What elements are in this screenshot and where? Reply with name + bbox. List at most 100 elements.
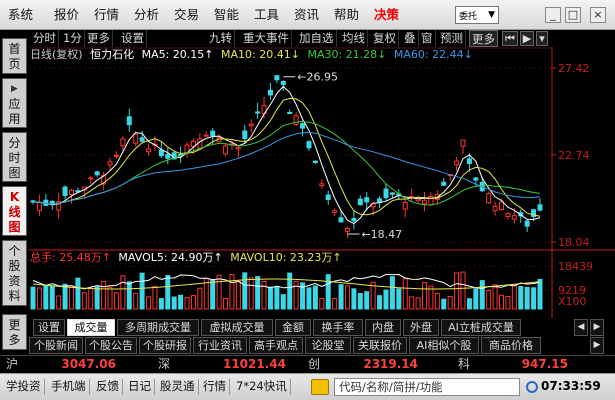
menu-quote[interactable]: 报价 (54, 7, 79, 23)
tab-outer[interactable]: 外盘 (403, 319, 439, 336)
nav-apps[interactable]: ▶ 应用 (2, 78, 27, 128)
candle-body (36, 202, 42, 211)
tab-stock-research[interactable]: 个股研报 (139, 337, 191, 354)
ma30-label: MA30: 21.28↓ (307, 48, 387, 61)
volume-bar (319, 297, 325, 310)
status-mobile[interactable]: 手机端 (51, 379, 90, 395)
nav-apps-label: 应用 (8, 97, 21, 126)
candle-body (146, 148, 152, 153)
menu-decision[interactable]: 决策 (374, 7, 399, 23)
scroll-right-icon[interactable]: ▶ (590, 319, 604, 336)
volume-bar (332, 297, 338, 310)
status-diary[interactable]: 日记 (128, 379, 155, 395)
toolbar-forecast[interactable]: 预测 (438, 30, 466, 47)
tab-stock-news[interactable]: 个股新闻 (29, 337, 83, 354)
volume-bar (261, 280, 267, 310)
entrust-dropdown[interactable]: 委托 ▼ (455, 6, 499, 24)
toolbar-settings[interactable]: 设置 (119, 30, 147, 47)
tab-forum[interactable]: 论股堂 (305, 337, 351, 354)
index-sh-value[interactable]: 3047.06 (36, 356, 116, 372)
index-cy-value[interactable]: 2319.14 (338, 356, 418, 372)
candle-body (287, 111, 293, 114)
chat-icon[interactable] (311, 379, 329, 395)
maximize-button[interactable]: □ (565, 7, 581, 23)
toolbar-adjust[interactable]: 复权 (371, 30, 399, 47)
menu-news[interactable]: 资讯 (294, 7, 319, 23)
menu-tools[interactable]: 工具 (254, 7, 279, 23)
tab-commodity-prices[interactable]: 商品价格 (481, 337, 541, 354)
toolbar-timeshare[interactable]: 分时 (31, 30, 59, 47)
clock-time: 07:33:59 (541, 379, 601, 393)
mavol5-label: MAVOL5: 24.90万↑ (118, 251, 223, 264)
tab-inner[interactable]: 内盘 (365, 319, 401, 336)
scroll-right-icon[interactable]: ▶ (590, 337, 604, 354)
tab-industry-news[interactable]: 行业资讯 (193, 337, 247, 354)
volume-bar (49, 285, 55, 310)
toolbar-more[interactable]: 更多 (469, 30, 498, 47)
nav-kline[interactable]: K线图 (2, 186, 27, 236)
index-kc-value[interactable]: 947.15 (488, 356, 568, 372)
nav-home[interactable]: 首页 (2, 38, 27, 74)
menu-trade[interactable]: 交易 (174, 7, 199, 23)
scroll-left-icon[interactable]: ◀ (574, 319, 588, 336)
volume-bar (524, 286, 530, 310)
toolbar-add-watchlist[interactable]: 加自选 (297, 30, 337, 47)
search-input[interactable]: 代码/名称/简拼/功能 (334, 378, 520, 396)
kline-chart[interactable]: 27.4222.7418.04184399219X100←26.95←18.47 (29, 47, 615, 318)
tab-related-quotes[interactable]: 关联报价 (353, 337, 407, 354)
tab-stock-announcements[interactable]: 个股公告 (85, 337, 137, 354)
toolbar-1min[interactable]: 1分 (61, 30, 85, 47)
candle-body (492, 205, 498, 212)
tab-ai-similar[interactable]: AI相似个股 (409, 337, 479, 354)
play-icon[interactable]: ▶ (520, 31, 534, 46)
nav-timeshare[interactable]: 分时图 (2, 132, 27, 182)
candle-body (210, 130, 216, 137)
candle-body (223, 145, 229, 155)
volume-bar (120, 275, 126, 310)
candle-body (357, 198, 363, 206)
tab-settings[interactable]: 设置 (33, 319, 65, 336)
chevron-down-icon[interactable]: ▾ (536, 31, 548, 46)
tab-volume[interactable]: 成交量 (67, 319, 115, 336)
toolbar-overlay[interactable]: 叠 (402, 30, 419, 47)
status-feedback[interactable]: 反馈 (96, 379, 123, 395)
volume-tick-label: X100 (558, 295, 587, 308)
nav-timeshare-label: 分时图 (8, 136, 21, 180)
tab-virtual-volume[interactable]: 虚拟成交量 (201, 319, 273, 336)
menu-system[interactable]: 系统 (8, 7, 33, 23)
tab-multi-period-volume[interactable]: 多周期成交量 (117, 319, 199, 336)
index-sz-value[interactable]: 11021.44 (188, 356, 286, 372)
candle-body (389, 192, 395, 195)
status-learn[interactable]: 学投资 (6, 379, 45, 395)
tab-expert-views[interactable]: 高手观点 (249, 337, 303, 354)
menu-help[interactable]: 帮助 (334, 7, 359, 23)
minimize-button[interactable]: _ (545, 7, 561, 23)
tab-amount[interactable]: 金额 (275, 319, 311, 336)
volume-bar (126, 281, 132, 310)
toolbar-window[interactable]: 窗 (419, 30, 436, 47)
volume-bar (351, 288, 357, 310)
menu-analysis[interactable]: 分析 (134, 7, 159, 23)
candle-body (402, 201, 408, 210)
status-flash-news[interactable]: 7*24快讯 (236, 379, 291, 395)
close-button[interactable]: × (590, 7, 606, 23)
status-gulingtong[interactable]: 股灵通 (160, 379, 199, 395)
status-market[interactable]: 行情 (203, 379, 230, 395)
period-label: 日线(复权) (30, 48, 83, 61)
nav-more[interactable]: 更多 (2, 314, 27, 350)
volume-bar (389, 276, 395, 310)
candle-body (113, 154, 119, 157)
nav-stock-profile[interactable]: 个股资料 (2, 240, 27, 306)
toolbar-major-events[interactable]: 重大事件 (241, 30, 292, 47)
tab-turnover[interactable]: 换手率 (313, 319, 363, 336)
candle-body (203, 134, 209, 137)
tab-ai-volume[interactable]: AI立桩成交量 (441, 319, 521, 336)
skip-start-icon[interactable]: ⏮ (502, 31, 518, 46)
menu-market[interactable]: 行情 (94, 7, 119, 23)
toolbar-more-period[interactable]: 更多 (85, 30, 113, 47)
toolbar-ma[interactable]: 均线 (340, 30, 368, 47)
menu-smart[interactable]: 智能 (214, 7, 239, 23)
toolbar-jiuzhuan[interactable]: 九转 (207, 30, 235, 47)
candle-body (473, 177, 479, 181)
volume-bar (511, 284, 517, 310)
